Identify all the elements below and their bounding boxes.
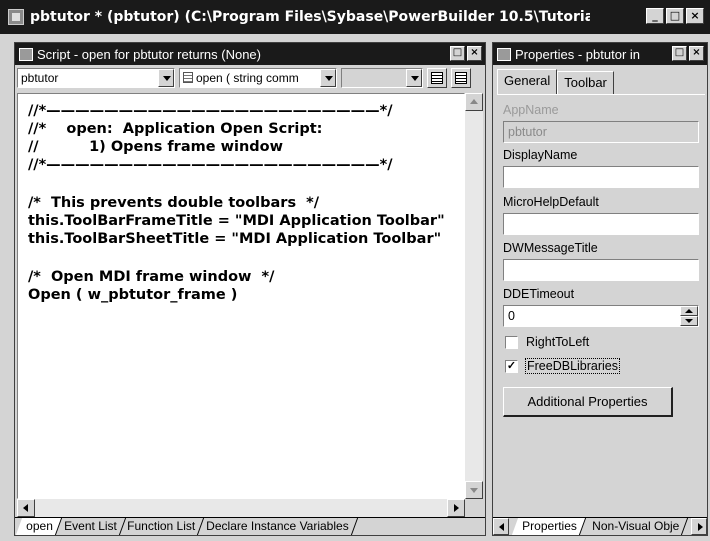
script-combo-row: pbtutor open ( string comm <box>15 65 485 91</box>
tab-label: Declare Instance Variables <box>206 519 350 533</box>
tab-label: Function List <box>127 519 196 533</box>
script-title-bar: Script - open for pbtutor returns (None)… <box>15 43 485 65</box>
righttoleft-label: RightToLeft <box>526 335 590 349</box>
tab-function-list[interactable]: Function List <box>117 518 205 535</box>
displayname-field[interactable] <box>503 166 699 188</box>
script-editor[interactable]: //*———————————————————————*/ //* open: A… <box>17 93 465 499</box>
scroll-right-arrow-icon[interactable] <box>447 499 465 517</box>
code-line: this.ToolBarSheetTitle = "MDI Applicatio… <box>28 231 442 247</box>
script-maximize-button[interactable]: □ <box>450 46 465 61</box>
minimize-button[interactable]: _ <box>646 8 664 24</box>
main-title-bar: pbtutor * (pbtutor) (C:\Program Files\Sy… <box>0 0 710 34</box>
script-close-button[interactable]: × <box>467 46 482 61</box>
script-tab-strip: open Event List Function List Declare In… <box>15 517 485 535</box>
freedblibraries-checkbox[interactable]: ✓ FreeDBLibraries <box>505 358 621 374</box>
scroll-up-arrow-icon[interactable] <box>465 93 483 111</box>
script-window: Script - open for pbtutor returns (None)… <box>14 42 486 536</box>
main-window-title: pbtutor * (pbtutor) (C:\Program Files\Sy… <box>30 9 590 25</box>
tab-label: Non-Visual Obje <box>591 519 680 533</box>
check-icon[interactable]: ✓ <box>505 359 518 373</box>
appname-label: AppName <box>503 103 559 117</box>
script-editor-area: //*———————————————————————*/ //* open: A… <box>17 93 483 517</box>
vertical-scrollbar[interactable] <box>465 93 483 499</box>
properties-general-panel: AppName pbtutor DisplayName MicroHelpDef… <box>497 94 705 494</box>
properties-maximize-button[interactable]: □ <box>672 46 687 61</box>
properties-close-button[interactable]: × <box>689 46 704 61</box>
tab-label: Properties <box>522 519 577 533</box>
properties-window-title: Properties - pbtutor in <box>515 46 641 62</box>
ddetimeout-value: 0 <box>508 309 515 323</box>
microhelpdefault-label: MicroHelpDefault <box>503 195 599 209</box>
list-view-button[interactable] <box>427 68 447 88</box>
chevron-down-icon[interactable] <box>406 69 422 87</box>
list-icon <box>431 72 443 84</box>
horizontal-scrollbar[interactable] <box>17 499 465 517</box>
displayname-label: DisplayName <box>503 148 578 162</box>
object-dropdown-value: pbtutor <box>21 71 59 85</box>
tab-label: Event List <box>63 519 117 533</box>
table-icon <box>455 72 467 84</box>
spinner-buttons[interactable] <box>680 306 698 326</box>
ancestor-dropdown[interactable] <box>341 68 423 88</box>
righttoleft-checkbox[interactable]: RightToLeft <box>505 335 589 349</box>
properties-title-bar: Properties - pbtutor in □ × <box>493 43 707 65</box>
tab-event-list[interactable]: Event List <box>53 518 126 535</box>
object-dropdown[interactable]: pbtutor <box>17 68 175 88</box>
code-line: //*———————————————————————*/ <box>28 103 393 119</box>
script-window-title: Script - open for pbtutor returns (None) <box>37 46 261 62</box>
properties-tab-strip: Properties Non-Visual Obje <box>493 517 707 535</box>
code-line: /* Open MDI frame window */ <box>28 269 275 285</box>
microhelpdefault-field[interactable] <box>503 213 699 235</box>
powerbuilder-app-icon[interactable] <box>8 9 24 25</box>
tab-properties[interactable]: Properties <box>511 518 586 535</box>
dwmessagetitle-field[interactable] <box>503 259 699 281</box>
additional-properties-button[interactable]: Additional Properties <box>503 387 673 417</box>
properties-window-icon[interactable] <box>497 47 511 61</box>
code-line: // 1) Opens frame window <box>28 139 284 155</box>
event-dropdown[interactable]: open ( string comm <box>179 68 337 88</box>
tab-toolbar[interactable]: Toolbar <box>557 71 614 95</box>
dwmessagetitle-label: DWMessageTitle <box>503 241 598 255</box>
script-window-icon[interactable] <box>19 47 33 61</box>
scroll-left-arrow-icon[interactable] <box>17 499 35 517</box>
appname-field: pbtutor <box>503 121 699 143</box>
maximize-button[interactable]: □ <box>666 8 684 24</box>
scroll-down-arrow-icon[interactable] <box>465 481 483 499</box>
event-list-icon <box>183 72 193 83</box>
code-line: //*———————————————————————*/ <box>28 157 393 173</box>
code-line: //* open: Application Open Script: <box>28 121 323 137</box>
ddetimeout-label: DDETimeout <box>503 287 575 301</box>
freedblibraries-label: FreeDBLibraries <box>524 358 621 374</box>
properties-tabs: General Toolbar <box>497 69 614 95</box>
event-dropdown-value: open ( string comm <box>196 71 299 85</box>
properties-window: Properties - pbtutor in □ × General Tool… <box>492 42 708 536</box>
righttoleft-checkbox-box[interactable] <box>505 335 518 349</box>
close-button[interactable]: × <box>686 8 704 24</box>
spin-up-icon[interactable] <box>680 306 698 316</box>
chevron-down-icon[interactable] <box>158 69 174 87</box>
code-line: Open ( w_pbtutor_frame ) <box>28 287 238 303</box>
chevron-down-icon[interactable] <box>320 69 336 87</box>
tab-scroll-right-icon[interactable] <box>691 518 707 535</box>
tab-declare-instance-variables[interactable]: Declare Instance Variables <box>196 518 359 535</box>
detail-view-button[interactable] <box>451 68 471 88</box>
spin-down-icon[interactable] <box>680 316 698 326</box>
scrollbar-corner <box>465 499 483 517</box>
tab-scroll-left-icon[interactable] <box>493 518 509 535</box>
tab-label: open <box>26 519 53 533</box>
ddetimeout-spinner[interactable]: 0 <box>503 305 699 327</box>
code-line: this.ToolBarFrameTitle = "MDI Applicatio… <box>28 213 445 229</box>
code-line: /* This prevents double toolbars */ <box>28 195 320 211</box>
tab-general[interactable]: General <box>497 69 558 95</box>
tab-non-visual-objects[interactable]: Non-Visual Obje <box>581 518 688 535</box>
